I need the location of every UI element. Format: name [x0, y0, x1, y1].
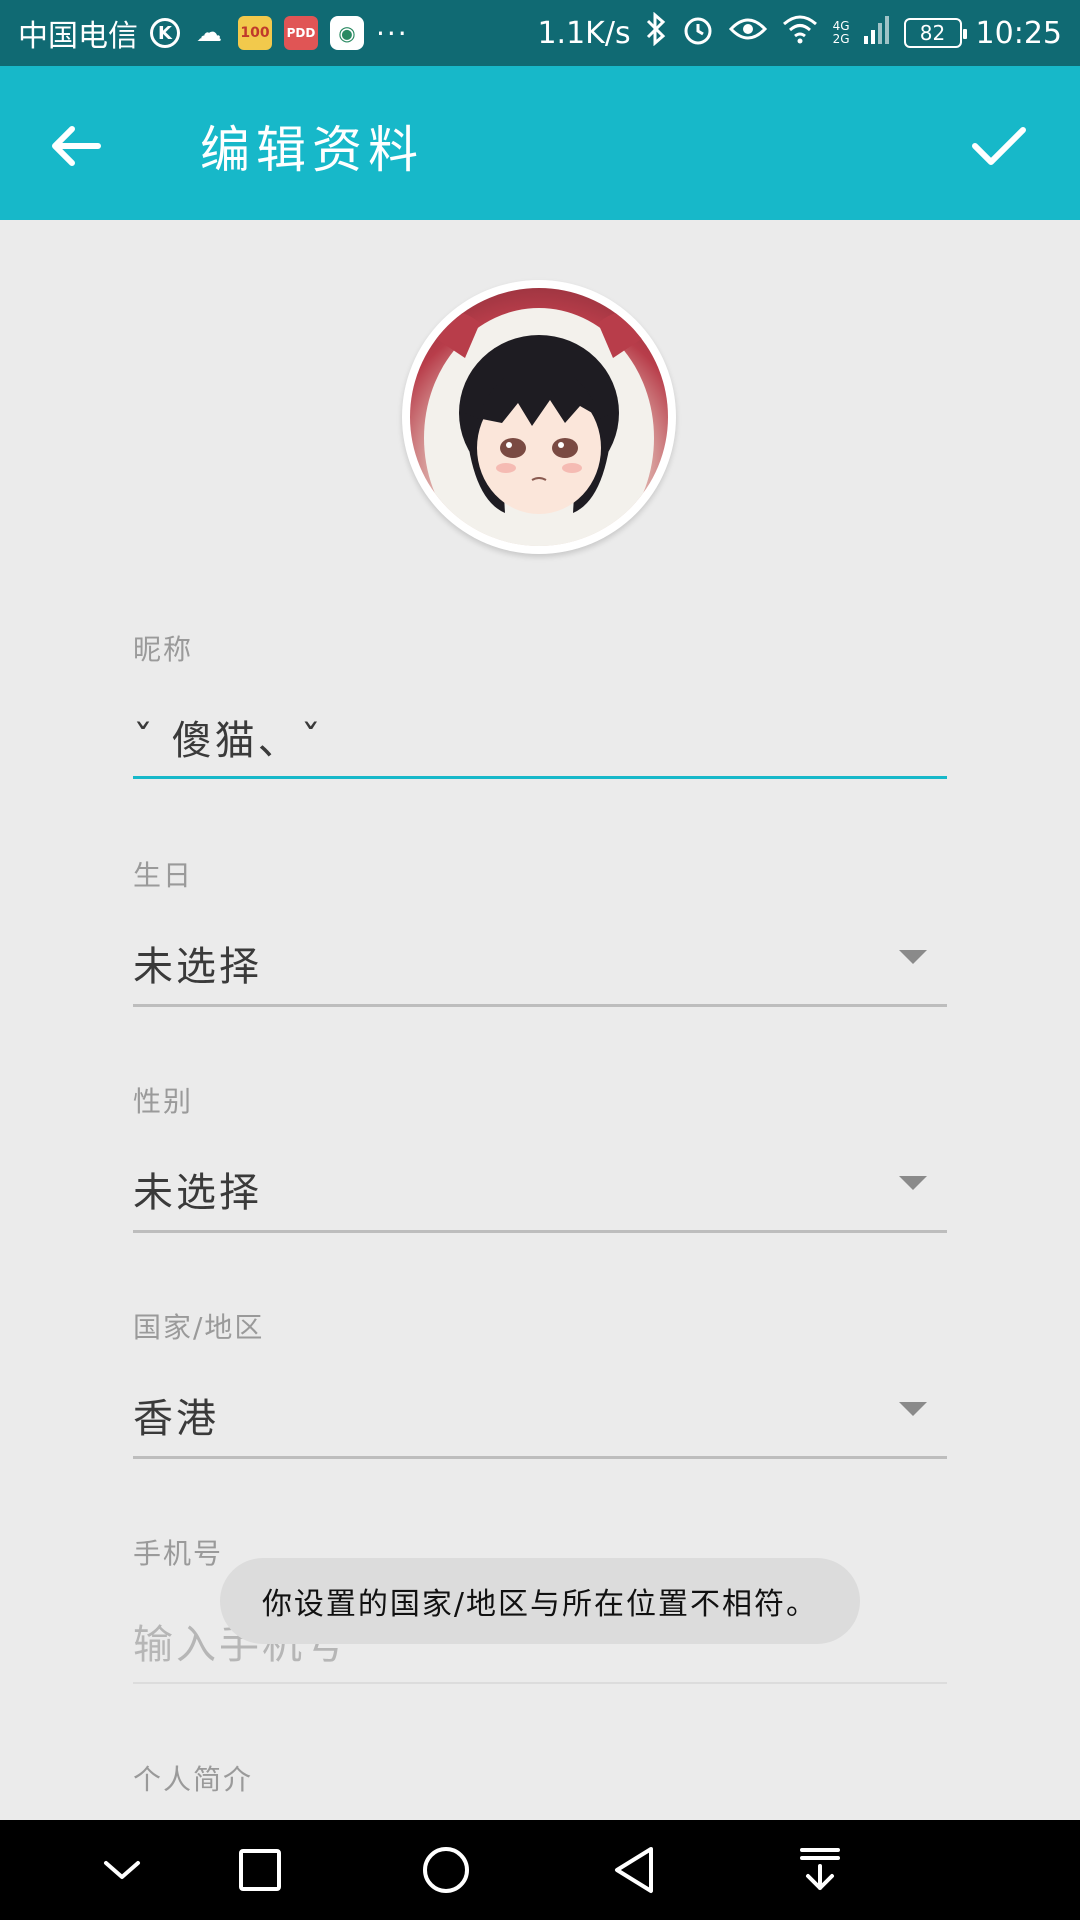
back-button[interactable]	[36, 106, 116, 186]
wifi-icon	[781, 14, 819, 52]
network-speed: 1.1K/s	[537, 15, 631, 51]
triangle-back-icon	[615, 1847, 653, 1893]
battery-icon: 82	[903, 18, 967, 48]
circle-icon	[423, 1847, 469, 1893]
back-nav-button[interactable]	[604, 1842, 664, 1898]
birthday-dropdown-icon[interactable]	[899, 950, 927, 964]
app-bar: 编辑资料	[0, 66, 1080, 220]
phone-underline	[133, 1682, 947, 1684]
region-field[interactable]: 国家/地区 香港	[133, 1306, 947, 1459]
toast-message: 你设置的国家/地区与所在位置不相符。	[220, 1558, 860, 1644]
k-app-icon: K	[150, 18, 180, 48]
nickname-input[interactable]: ˇ 傻猫、ˇ	[133, 708, 324, 766]
pdd-app-icon: PDD	[284, 16, 318, 50]
status-bar: 中国电信 K ☁ 100 PDD ◉ ··· 1.1K/s 4G 2G 82 1…	[0, 0, 1080, 66]
status-right: 1.1K/s 4G 2G 82 10:25	[537, 11, 1062, 54]
notification-pull-button[interactable]	[790, 1842, 850, 1898]
gender-field[interactable]: 性别 未选择	[133, 1080, 947, 1233]
eye-icon	[728, 14, 767, 52]
signal-network-label: 4G 2G	[832, 19, 850, 46]
bio-field: 个人简介	[133, 1758, 947, 1808]
nickname-underline	[133, 776, 947, 779]
square-icon	[239, 1849, 281, 1891]
recents-button[interactable]	[230, 1842, 290, 1898]
app-100-icon: 100	[238, 16, 272, 50]
gender-label: 性别	[133, 1085, 194, 1118]
navigation-bar	[0, 1820, 1080, 1920]
nickname-label: 昵称	[133, 633, 194, 666]
status-left: 中国电信 K ☁ 100 PDD ◉ ···	[18, 11, 409, 55]
gender-underline	[133, 1230, 947, 1233]
nickname-field: 昵称 ˇ 傻猫、ˇ	[133, 628, 947, 779]
birthday-label: 生日	[133, 859, 194, 892]
carrier-label: 中国电信	[18, 19, 138, 54]
hide-nav-button[interactable]	[92, 1842, 152, 1898]
bio-label: 个人简介	[133, 1763, 254, 1796]
bluetooth-icon	[645, 11, 667, 54]
arrow-left-icon	[52, 126, 101, 166]
alarm-icon	[681, 12, 715, 54]
region-select[interactable]: 香港	[133, 1386, 219, 1444]
save-button[interactable]	[954, 106, 1044, 186]
more-notifications-icon: ···	[376, 16, 409, 50]
pull-down-icon	[800, 1848, 840, 1890]
page-title: 编辑资料	[200, 121, 424, 179]
birthday-select[interactable]: 未选择	[133, 934, 262, 992]
clock: 10:25	[975, 15, 1062, 51]
avatar[interactable]	[402, 280, 676, 554]
region-label: 国家/地区	[133, 1311, 265, 1344]
birthday-underline	[133, 1004, 947, 1007]
cloud-icon: ☁	[196, 18, 222, 48]
region-underline	[133, 1456, 947, 1459]
signal-icon	[863, 14, 890, 52]
birthday-field[interactable]: 生日 未选择	[133, 854, 947, 1007]
home-button[interactable]	[416, 1842, 476, 1898]
circle-app-icon: ◉	[330, 16, 364, 50]
chevron-down-icon	[104, 1861, 140, 1879]
check-icon	[972, 127, 1026, 165]
region-dropdown-icon[interactable]	[899, 1402, 927, 1416]
avatar-image	[410, 288, 668, 546]
gender-select[interactable]: 未选择	[133, 1160, 262, 1218]
gender-dropdown-icon[interactable]	[899, 1176, 927, 1190]
